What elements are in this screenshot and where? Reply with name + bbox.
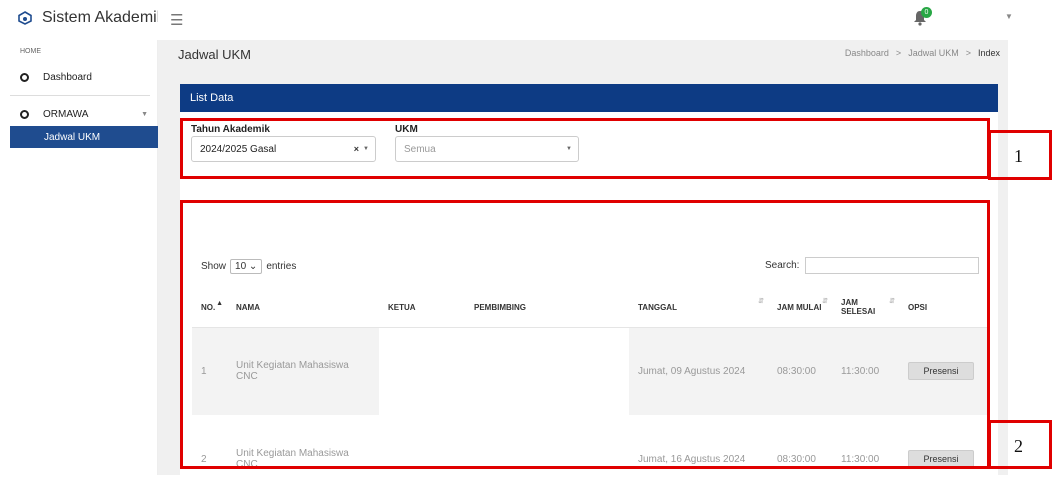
breadcrumb-current: Index	[977, 48, 1000, 58]
sidebar: HOME Dashboard ORMAWA ▼ Jadwal UKM	[0, 40, 158, 475]
app-title: Sistem Akademik	[42, 9, 158, 26]
sidebar-item-jadwal-ukm[interactable]: Jadwal UKM	[10, 126, 158, 148]
page-title: Jadwal UKM	[178, 47, 251, 62]
brand[interactable]: Sistem Akademik	[18, 9, 158, 27]
chevron-down-icon: ▼	[141, 110, 148, 118]
menu-toggle-icon[interactable]: ☰	[170, 11, 183, 29]
sidebar-item-ormawa[interactable]: ORMAWA ▼	[0, 103, 158, 125]
sidebar-item-label: ORMAWA	[43, 108, 89, 120]
annotation-box-2	[180, 200, 990, 469]
sidebar-divider	[10, 95, 150, 96]
sidebar-section-header: HOME	[20, 48, 41, 55]
annotation-label-1: 1	[1014, 146, 1023, 166]
annotation-box-1	[180, 118, 990, 179]
user-menu-chevron-down-icon[interactable]: ▼	[1005, 12, 1013, 21]
card-header: List Data	[180, 84, 998, 112]
breadcrumb-separator: >	[895, 48, 902, 58]
breadcrumb: Dashboard > Jadwal UKM > Index	[845, 48, 1000, 58]
breadcrumb-link-jadwal-ukm[interactable]: Jadwal UKM	[908, 48, 959, 58]
annotation-label-2: 2	[1014, 436, 1023, 456]
circle-icon	[20, 72, 29, 82]
sidebar-item-dashboard[interactable]: Dashboard	[0, 66, 158, 88]
top-navbar: Sistem Akademik ☰ 0 ▼	[0, 0, 1060, 40]
breadcrumb-separator: >	[965, 48, 971, 58]
sidebar-item-label: Dashboard	[43, 71, 92, 83]
circle-icon	[20, 109, 29, 119]
logo-icon	[18, 11, 32, 25]
notification-badge: 0	[921, 7, 932, 18]
breadcrumb-link-dashboard[interactable]: Dashboard	[845, 48, 889, 58]
